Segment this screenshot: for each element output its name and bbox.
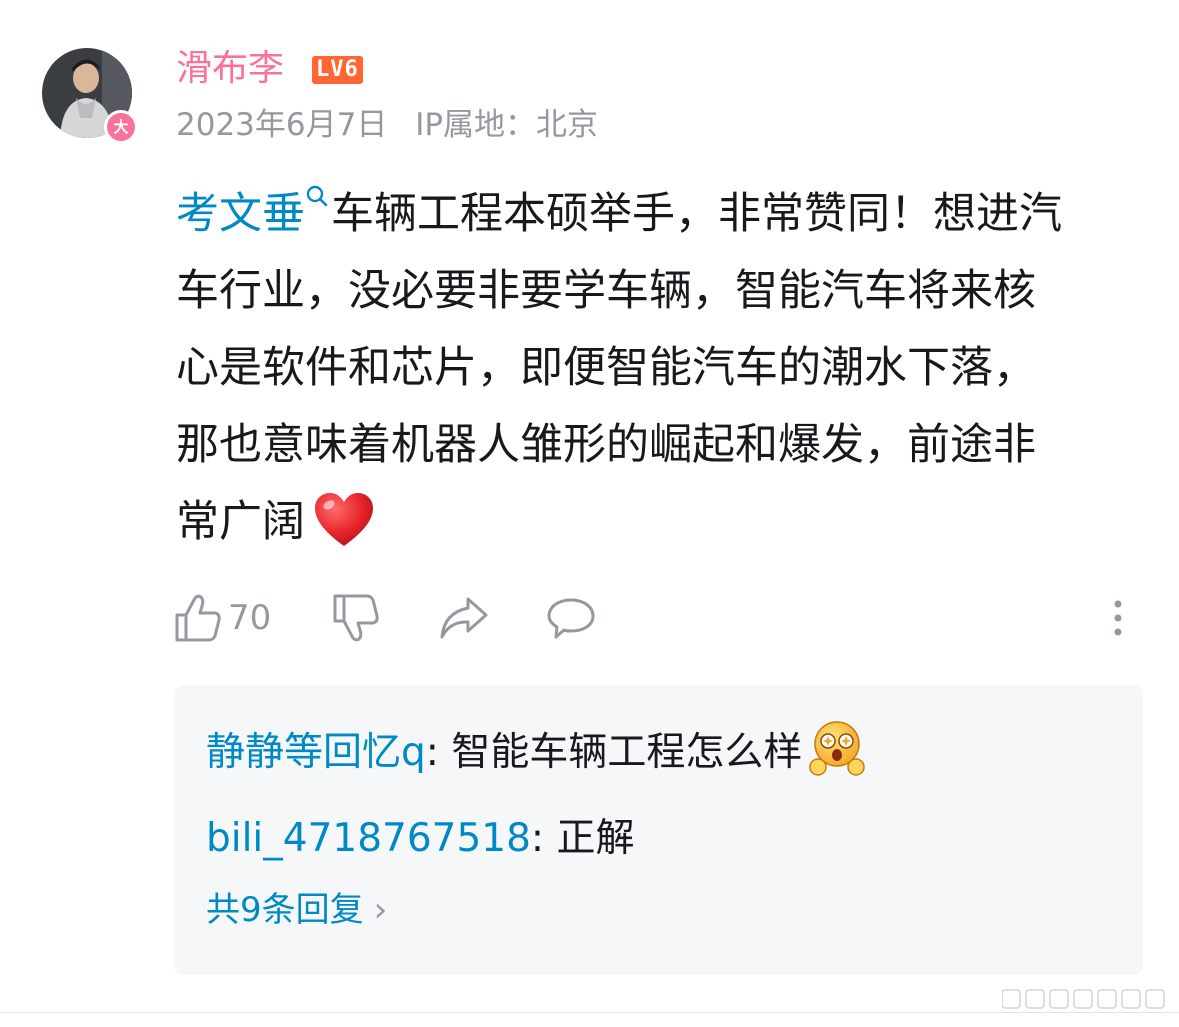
like-button[interactable]: 70 [174,588,271,648]
search-icon [306,185,328,207]
comment-meta: 2023年6月7日 IP属地：北京 [176,104,598,146]
starry-eyed-emoji-icon [809,720,866,776]
comment-line-5: 常广阔 [176,497,305,547]
reply-count-label[interactable]: 共9条回复 [206,890,364,930]
reply-text: 智能车辆工程怎么样 [451,730,803,775]
comment-text: 考文垂 车辆工程本硕举手，非常赞同！想进汽 车行业，没必要非要学车辆，智能汽车将来… [176,176,1136,561]
avatar-badge: 大 [104,110,138,144]
dislike-button[interactable] [332,588,380,648]
comment-date: 2023年6月7日 [176,107,388,143]
view-all-replies-link[interactable]: 共9条回复 › [206,887,387,933]
reply-item[interactable]: 静静等回忆q: 智能车辆工程怎么样 [206,720,868,779]
share-button[interactable] [438,588,490,648]
reply-button[interactable] [546,588,596,648]
comment-line-3: 心是软件和芯片，即便智能汽车的潮水下落， [176,343,1036,393]
heart-emoji-icon [315,492,373,546]
chevron-right-icon: › [373,890,388,930]
comment-line-4: 那也意味着机器人雏形的崛起和爆发，前途非 [176,420,1036,470]
username[interactable]: 滑布李 [176,46,284,92]
level-badge: LV6 [312,56,363,84]
thumbs-down-icon [333,594,379,642]
ip-location: IP属地：北京 [415,107,599,143]
keyword-search-link[interactable]: 考文垂 [176,185,331,239]
more-button[interactable] [1108,588,1128,648]
watermark-bar-icon [1002,986,1170,1012]
reply-username[interactable]: 静静等回忆q [206,730,426,775]
comment-line-1: 车辆工程本硕举手，非常赞同！想进汽 [331,189,1062,239]
reply-preview-box: 静静等回忆q: 智能车辆工程怎么样 bili_4718767518: 正解 共9… [174,685,1143,975]
like-count: 70 [228,598,272,638]
reply-separator: : [530,816,557,861]
action-bar: 70 [174,588,1134,648]
avatar[interactable]: 大 [42,48,138,144]
share-icon [440,597,488,639]
comment-line-2: 车行业，没必要非要学车辆，智能汽车将来核 [176,266,1036,316]
divider [0,1012,1179,1013]
comment-icon [547,598,595,639]
reply-item[interactable]: bili_4718767518: 正解 [206,813,634,865]
reply-text: 正解 [556,816,635,861]
thumbs-up-icon [175,594,221,642]
reply-username[interactable]: bili_4718767518 [206,816,531,861]
more-vertical-icon [1114,600,1122,636]
keyword-text[interactable]: 考文垂 [176,189,305,239]
reply-separator: : [425,730,452,775]
